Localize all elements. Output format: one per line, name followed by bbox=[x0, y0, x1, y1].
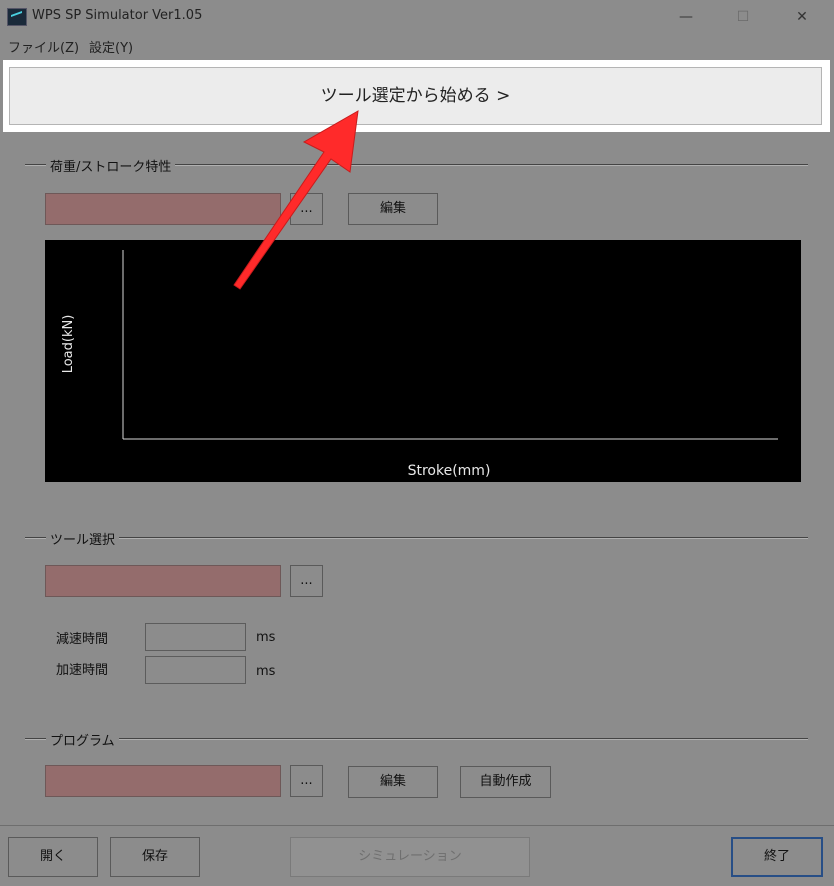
load-stroke-file-field[interactable] bbox=[45, 193, 281, 225]
title-bar: WPS SP Simulator Ver1.05 — ☐ ✕ bbox=[0, 0, 834, 33]
program-browse-button[interactable]: ... bbox=[290, 765, 323, 797]
chart-x-label: Stroke(mm) bbox=[408, 463, 491, 479]
program-auto-create-button[interactable]: 自動作成 bbox=[460, 766, 551, 798]
footer-bar: 開く 保存 シミュレーション 終了 bbox=[0, 825, 834, 886]
open-button[interactable]: 開く bbox=[8, 837, 98, 877]
menu-settings[interactable]: 設定(Y) bbox=[89, 37, 133, 56]
accel-time-input[interactable] bbox=[145, 656, 246, 684]
decel-time-unit: ms bbox=[256, 630, 276, 645]
app-icon bbox=[7, 8, 27, 26]
close-button[interactable]: ✕ bbox=[780, 5, 824, 29]
chart-plot: Stroke(mm) Load(kN) bbox=[61, 250, 778, 479]
menu-bar: ファイル(Z) 設定(Y) bbox=[0, 33, 834, 57]
load-stroke-browse-button[interactable]: ... bbox=[290, 193, 323, 225]
exit-button[interactable]: 終了 bbox=[731, 837, 823, 877]
tool-file-field[interactable] bbox=[45, 565, 281, 597]
start-tool-selection-button[interactable]: ツール選定から始める > bbox=[9, 67, 822, 125]
tool-group-label: ツール選択 bbox=[46, 529, 120, 548]
decel-time-input[interactable] bbox=[145, 623, 246, 651]
program-group-border bbox=[25, 738, 808, 740]
chart-y-label: Load(kN) bbox=[61, 315, 76, 374]
tool-group-border bbox=[25, 537, 808, 539]
window-title: WPS SP Simulator Ver1.05 bbox=[32, 8, 203, 23]
load-stroke-group-label: 荷重/ストローク特性 bbox=[46, 156, 176, 175]
tool-browse-button[interactable]: ... bbox=[290, 565, 323, 597]
program-group-label: プログラム bbox=[46, 730, 119, 749]
accel-time-unit: ms bbox=[256, 664, 276, 679]
program-edit-button[interactable]: 編集 bbox=[348, 766, 438, 798]
save-button[interactable]: 保存 bbox=[110, 837, 200, 877]
load-stroke-chart: Stroke(mm) Load(kN) bbox=[45, 240, 801, 482]
menu-file[interactable]: ファイル(Z) bbox=[8, 37, 79, 56]
simulation-button[interactable]: シミュレーション bbox=[290, 837, 530, 877]
maximize-button[interactable]: ☐ bbox=[721, 5, 765, 29]
accel-time-label: 加速時間 bbox=[56, 663, 109, 678]
minimize-button[interactable]: — bbox=[664, 5, 708, 29]
load-stroke-edit-button[interactable]: 編集 bbox=[348, 193, 438, 225]
program-file-field[interactable] bbox=[45, 765, 281, 797]
decel-time-label: 減速時間 bbox=[56, 632, 109, 647]
